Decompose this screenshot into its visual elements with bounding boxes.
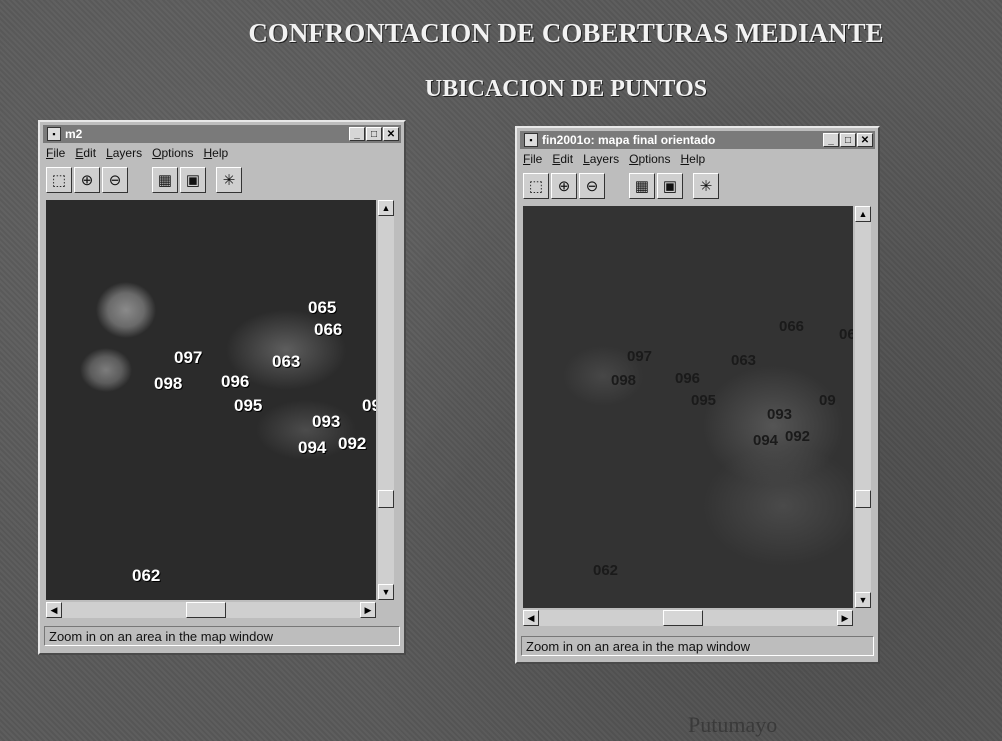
- menu-layers[interactable]: Layers: [106, 146, 142, 164]
- close-icon[interactable]: ✕: [857, 133, 873, 147]
- window-titlebar[interactable]: ▪ m2 _ □ ✕: [43, 125, 401, 143]
- scroll-up-icon[interactable]: ▲: [855, 206, 871, 222]
- menu-file[interactable]: File: [523, 152, 542, 170]
- map-view[interactable]: 066 06 097 063 098 096 095 093 09 094 09…: [523, 206, 853, 608]
- close-icon[interactable]: ✕: [383, 127, 399, 141]
- point-label: 095: [234, 396, 263, 415]
- horizontal-scrollbar[interactable]: ◀ ▶: [523, 610, 853, 626]
- point-label: 092: [785, 428, 811, 445]
- scroll-right-icon[interactable]: ▶: [837, 610, 853, 626]
- point-label: 098: [611, 372, 637, 389]
- point-label: 063: [731, 352, 757, 369]
- scroll-thumb[interactable]: [855, 490, 871, 508]
- zoom-out-icon[interactable]: ⊖: [102, 167, 128, 193]
- point-label: 096: [675, 370, 701, 387]
- slide-title: CONFRONTACION DE COBERTURAS MEDIANTE: [248, 18, 884, 48]
- toolbar: ⬚ ⊕ ⊖ ▦ ▣ ✳: [46, 166, 398, 194]
- toolbar: ⬚ ⊕ ⊖ ▦ ▣ ✳: [523, 172, 872, 200]
- slide-subtitle: UBICACION DE PUNTOS: [424, 76, 708, 102]
- minimize-icon[interactable]: _: [349, 127, 365, 141]
- app-icon: ▪: [47, 127, 61, 141]
- point-label: 066: [779, 318, 805, 335]
- minimize-icon[interactable]: _: [823, 133, 839, 147]
- map-window-fin2001o[interactable]: ▪ fin2001o: mapa final orientado _ □ ✕ F…: [515, 126, 880, 664]
- scroll-thumb[interactable]: [186, 602, 226, 618]
- point-label: 062: [132, 566, 161, 585]
- identify-icon[interactable]: ✳: [216, 167, 242, 193]
- pan-icon[interactable]: ▦: [152, 167, 178, 193]
- menu-bar: File Edit Layers Options Help: [46, 146, 398, 164]
- menu-help[interactable]: Help: [203, 146, 228, 164]
- point-label: 094: [298, 438, 327, 457]
- menu-help[interactable]: Help: [680, 152, 705, 170]
- point-label: 095: [691, 392, 717, 409]
- select-icon[interactable]: ⬚: [523, 173, 549, 199]
- point-label: 062: [593, 562, 619, 579]
- point-label: 09: [819, 392, 836, 409]
- scroll-thumb[interactable]: [663, 610, 703, 626]
- scroll-down-icon[interactable]: ▼: [378, 584, 394, 600]
- menu-edit[interactable]: Edit: [75, 146, 96, 164]
- app-icon: ▪: [524, 133, 538, 147]
- point-label: 065: [308, 298, 337, 317]
- scroll-right-icon[interactable]: ▶: [360, 602, 376, 618]
- vertical-scrollbar[interactable]: ▲ ▼: [378, 200, 394, 600]
- horizontal-scrollbar[interactable]: ◀ ▶: [46, 602, 376, 618]
- footer-caption: Putumayo: [688, 712, 778, 737]
- zoom-out-icon[interactable]: ⊖: [579, 173, 605, 199]
- point-label: 096: [221, 372, 250, 391]
- scroll-up-icon[interactable]: ▲: [378, 200, 394, 216]
- point-label: 093: [767, 406, 793, 423]
- scroll-thumb[interactable]: [378, 490, 394, 508]
- point-label: 063: [272, 352, 301, 371]
- scroll-left-icon[interactable]: ◀: [46, 602, 62, 618]
- menu-options[interactable]: Options: [629, 152, 670, 170]
- full-extent-icon[interactable]: ▣: [180, 167, 206, 193]
- vertical-scrollbar[interactable]: ▲ ▼: [855, 206, 871, 608]
- menu-options[interactable]: Options: [152, 146, 193, 164]
- window-title: m2: [65, 127, 83, 141]
- point-label: 09: [362, 396, 376, 415]
- map-view[interactable]: 065 066 097 063 098 096 095 093 09 094 0…: [46, 200, 376, 600]
- point-label: 066: [314, 320, 343, 339]
- point-label: 094: [753, 432, 779, 449]
- point-label: 06: [839, 326, 853, 343]
- pan-icon[interactable]: ▦: [629, 173, 655, 199]
- status-bar: Zoom in on an area in the map window: [521, 636, 874, 656]
- zoom-in-icon[interactable]: ⊕: [74, 167, 100, 193]
- point-label: 097: [174, 348, 203, 367]
- point-label: 093: [312, 412, 341, 431]
- menu-edit[interactable]: Edit: [552, 152, 573, 170]
- zoom-in-icon[interactable]: ⊕: [551, 173, 577, 199]
- point-label: 098: [154, 374, 183, 393]
- point-label: 092: [338, 434, 367, 453]
- status-bar: Zoom in on an area in the map window: [44, 626, 400, 646]
- map-window-m2[interactable]: ▪ m2 _ □ ✕ File Edit Layers Options Help…: [38, 120, 406, 655]
- window-title: fin2001o: mapa final orientado: [542, 133, 716, 147]
- select-icon[interactable]: ⬚: [46, 167, 72, 193]
- menu-bar: File Edit Layers Options Help: [523, 152, 872, 170]
- maximize-icon[interactable]: □: [840, 133, 856, 147]
- scroll-left-icon[interactable]: ◀: [523, 610, 539, 626]
- scroll-down-icon[interactable]: ▼: [855, 592, 871, 608]
- window-titlebar[interactable]: ▪ fin2001o: mapa final orientado _ □ ✕: [520, 131, 875, 149]
- menu-file[interactable]: File: [46, 146, 65, 164]
- point-label: 097: [627, 348, 653, 365]
- identify-icon[interactable]: ✳: [693, 173, 719, 199]
- maximize-icon[interactable]: □: [366, 127, 382, 141]
- menu-layers[interactable]: Layers: [583, 152, 619, 170]
- full-extent-icon[interactable]: ▣: [657, 173, 683, 199]
